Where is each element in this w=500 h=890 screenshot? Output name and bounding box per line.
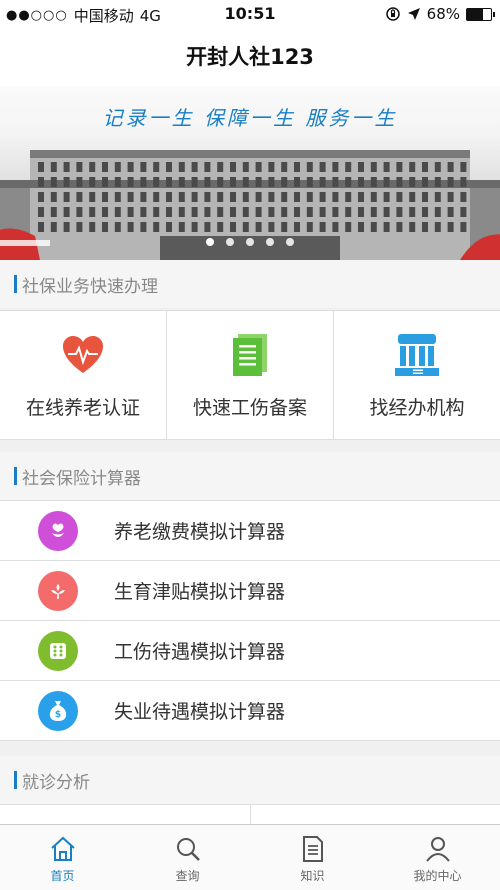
section-title: 社会保险计算器 xyxy=(22,468,141,489)
calc-item-label: 养老缴费模拟计算器 xyxy=(114,521,286,543)
quick-item-find-agency[interactable]: 找经办机构 xyxy=(334,311,500,439)
grid-divider xyxy=(250,805,251,825)
calc-item-injury[interactable]: 工伤待遇模拟计算器 xyxy=(0,621,500,681)
section-header-diagnosis: 就诊分析 xyxy=(0,756,500,804)
section-accent-bar xyxy=(14,275,17,293)
home-icon xyxy=(50,836,75,861)
search-icon xyxy=(176,838,200,861)
tab-label: 我的中心 xyxy=(413,869,462,883)
section-header-quick: 社保业务快速办理 xyxy=(0,260,500,308)
calc-item-maternity[interactable]: 生育津贴模拟计算器 xyxy=(0,561,500,621)
battery-level xyxy=(467,8,484,20)
flower-icon xyxy=(38,510,78,551)
carousel-dot[interactable] xyxy=(206,238,214,246)
rotation-lock-icon xyxy=(385,7,400,21)
document-icon xyxy=(302,836,323,862)
quick-item-injury-filing[interactable]: 快速工伤备案 xyxy=(167,311,334,439)
section-title: 社保业务快速办理 xyxy=(22,276,158,297)
tab-bar: 首页 查询 知识 我的中心 xyxy=(0,824,500,890)
carousel-dot[interactable] xyxy=(266,238,274,246)
institution-building-icon xyxy=(395,331,439,379)
calculator-list: 养老缴费模拟计算器 生育津贴模拟计算器 工伤待遇模拟计算器 $ 失业待遇模拟计算… xyxy=(0,500,500,741)
tab-my-center[interactable]: 我的中心 xyxy=(375,825,500,890)
section-accent-bar xyxy=(14,771,17,789)
quick-item-pension-auth[interactable]: 在线养老认证 xyxy=(0,311,167,439)
tab-label: 知识 xyxy=(300,869,325,883)
tab-query[interactable]: 查询 xyxy=(125,825,250,890)
quick-item-label: 快速工伤备案 xyxy=(192,396,307,419)
banner-slogan: 记录一生 保障一生 服务一生 xyxy=(102,106,398,130)
tab-label: 查询 xyxy=(175,869,200,883)
section-accent-bar xyxy=(14,467,17,485)
heart-pulse-icon xyxy=(62,331,104,379)
diagnosis-grid xyxy=(0,804,500,825)
battery-percent: 68% xyxy=(426,5,460,23)
tab-label: 首页 xyxy=(50,869,75,883)
tab-home[interactable]: 首页 xyxy=(0,825,125,890)
calc-item-unemployment[interactable]: $ 失业待遇模拟计算器 xyxy=(0,681,500,741)
calc-item-label: 生育津贴模拟计算器 xyxy=(114,581,286,603)
page-title: 开封人社123 xyxy=(186,45,314,69)
nav-bar: 开封人社123 xyxy=(0,28,500,87)
dice-icon xyxy=(38,630,78,671)
carousel-pager[interactable] xyxy=(0,238,500,246)
quick-service-grid: 在线养老认证 快速工伤备案 找经办机构 xyxy=(0,310,500,440)
carousel-dot[interactable] xyxy=(226,238,234,246)
banner-carousel[interactable]: 记录一生 保障一生 服务一生 xyxy=(0,86,500,260)
calc-item-label: 失业待遇模拟计算器 xyxy=(114,701,286,723)
carousel-dot[interactable] xyxy=(286,238,294,246)
money-bag-icon: $ xyxy=(38,690,78,731)
user-icon xyxy=(425,837,450,862)
calc-item-pension[interactable]: 养老缴费模拟计算器 xyxy=(0,501,500,561)
status-right: 68% xyxy=(385,5,495,23)
status-bar: ●●○○○ 中国移动 4G 10:51 68% xyxy=(0,0,500,28)
document-icon xyxy=(233,331,267,379)
calc-item-label: 工伤待遇模拟计算器 xyxy=(114,641,286,663)
tab-knowledge[interactable]: 知识 xyxy=(250,825,375,890)
quick-item-label: 找经办机构 xyxy=(369,396,465,419)
sprout-icon xyxy=(38,570,78,611)
section-title: 就诊分析 xyxy=(22,772,90,793)
quick-item-label: 在线养老认证 xyxy=(25,396,140,419)
carousel-dot[interactable] xyxy=(246,238,254,246)
svg-text:$: $ xyxy=(55,710,61,720)
location-arrow-icon xyxy=(407,8,420,20)
section-header-calculators: 社会保险计算器 xyxy=(0,452,500,500)
battery-icon xyxy=(466,7,495,21)
